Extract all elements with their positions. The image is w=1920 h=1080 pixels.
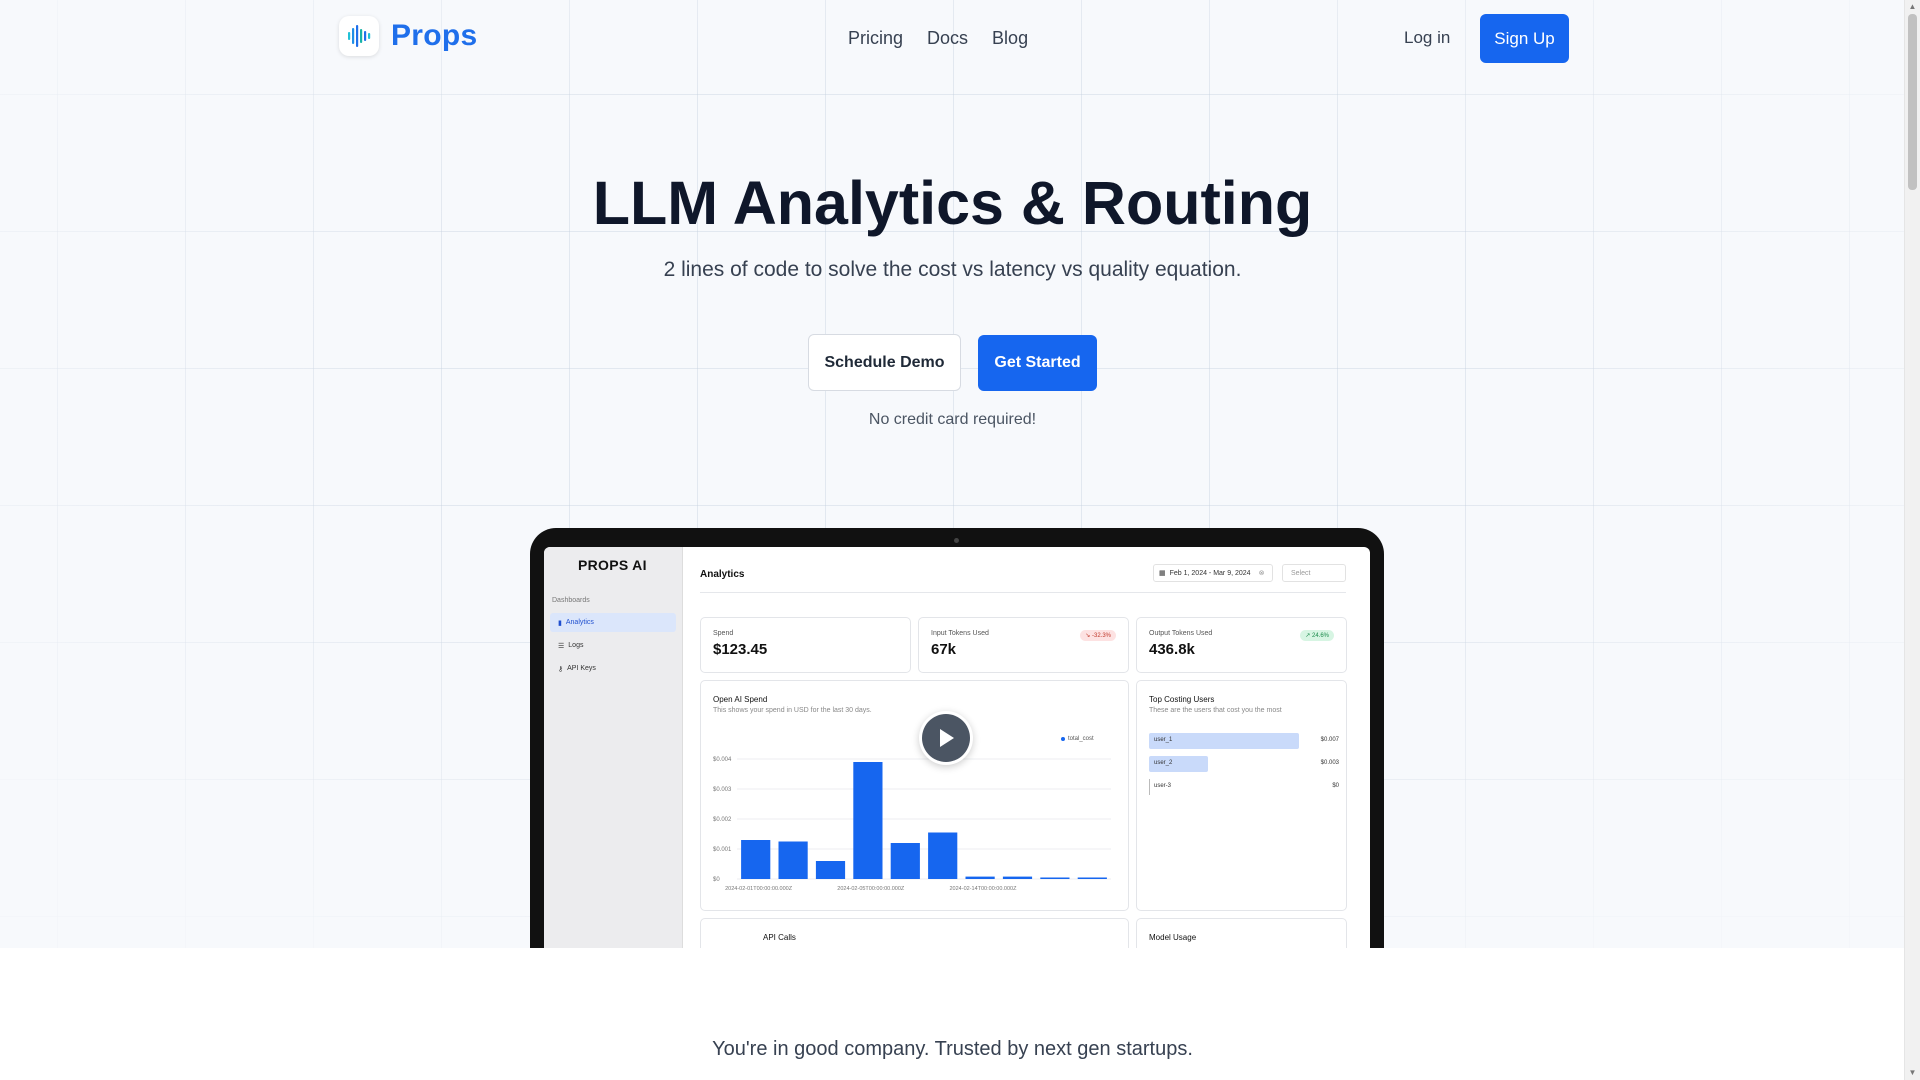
scroll-down-arrow-icon[interactable]: ▼ [1905, 1066, 1920, 1080]
login-link[interactable]: Log in [1404, 28, 1450, 48]
chart-bar [1077, 877, 1107, 879]
x-tick-label: 2024-02-01T00:00:00.000Z [725, 886, 793, 892]
no-credit-card-note: No credit card required! [868, 411, 1037, 428]
key-icon: ⚷ [558, 665, 564, 673]
kpi-card-output-tokens: Output Tokens Used 436.8k ↗ 24.6% [1136, 617, 1347, 673]
dashboard-brand: PROPS AI [578, 557, 647, 573]
sidebar-item-analytics[interactable]: ▮ Analytics [550, 613, 676, 632]
brand-name: Props [391, 19, 478, 52]
spend-chart-card: Open AI Spend This shows your spend in U… [700, 680, 1129, 911]
chart-bar [853, 762, 883, 879]
get-started-button[interactable]: Get Started [978, 335, 1097, 391]
nav-link-pricing[interactable]: Pricing [848, 28, 903, 49]
list-icon: ☰ [558, 642, 565, 650]
api-calls-card: API Calls [700, 918, 1129, 948]
kpi-card-spend: Spend $123.45 [700, 617, 911, 673]
spend-bar-chart: $0 $0.001 $0.002 $0.003 $0.004 2024-02-01T00:… [713, 757, 1111, 892]
dashboard-title: Analytics [700, 569, 745, 580]
kpi-label: Input Tokens Used [931, 630, 989, 637]
kpi-value: 436.8k [1149, 641, 1195, 658]
user-row: user_2 $0.003 [1149, 756, 1339, 772]
user-cost: $0.003 [1320, 760, 1339, 766]
chart-bar [890, 843, 920, 879]
clear-icon: ⊗ [1258, 570, 1265, 577]
date-range-picker[interactable]: ▦ Feb 1, 2024 - Mar 9, 2024 ⊗ [1153, 564, 1273, 582]
x-tick-label: 2024-02-05T00:00:00.000Z [837, 886, 905, 892]
kpi-value: $123.45 [713, 641, 768, 658]
user-row: user_1 $0.007 [1149, 733, 1339, 749]
model-usage-card: Model Usage [1136, 918, 1347, 948]
header-divider [700, 592, 1346, 593]
sidebar-item-label: Logs [568, 642, 584, 649]
nav-links: Pricing Docs Blog [848, 28, 1028, 49]
dashboard-main: Analytics ▦ Feb 1, 2024 - Mar 9, 2024 ⊗ … [682, 547, 1370, 948]
sidebar-item-api-keys[interactable]: ⚷ API Keys [550, 659, 676, 678]
kpi-value: 67k [931, 641, 957, 658]
top-nav: Props Pricing Docs Blog Log in Sign Up [0, 0, 1905, 78]
user-cost: $0 [1332, 783, 1339, 789]
y-tick-label: $0.004 [713, 757, 732, 763]
y-tick-label: $0.002 [713, 817, 732, 823]
y-tick-label: $0 [713, 877, 720, 883]
kpi-card-input-tokens: Input Tokens Used 67k ↘ -32.3% [918, 617, 1129, 673]
hero-subtitle: 2 lines of code to solve the cost vs lat… [663, 258, 1242, 281]
card-subtitle: These are the users that cost you the mo… [1149, 707, 1282, 714]
trend-up-badge: ↗ 24.6% [1300, 630, 1334, 641]
nav-link-docs[interactable]: Docs [927, 28, 968, 49]
user-bar-zero [1149, 779, 1150, 795]
nav-link-blog[interactable]: Blog [992, 28, 1028, 49]
scroll-thumb[interactable] [1908, 14, 1917, 190]
schedule-demo-button[interactable]: Schedule Demo [808, 334, 961, 391]
logo-bars-icon [339, 16, 379, 56]
trend-down-badge: ↘ -32.3% [1080, 630, 1116, 641]
sidebar-item-logs[interactable]: ☰ Logs [550, 636, 676, 655]
dashboard-sidebar: PROPS AI Dashboards ▮ Analytics ☰ Logs ⚷… [544, 547, 683, 948]
calendar-icon: ▦ [1159, 570, 1166, 577]
y-tick-label: $0.001 [713, 847, 732, 853]
chart-bar [1002, 876, 1033, 879]
top-users-card: Top Costing Users These are the users th… [1136, 680, 1347, 911]
x-tick-label: 2024-02-14T00:00:00.000Z [950, 886, 1018, 892]
user-row: user-3 $0 [1149, 779, 1339, 795]
scroll-up-arrow-icon[interactable]: ▲ [1905, 0, 1920, 14]
card-title: API Calls [763, 933, 796, 942]
user-name: user_2 [1154, 760, 1173, 766]
card-title: Top Costing Users [1149, 695, 1215, 704]
sidebar-item-label: Analytics [565, 619, 594, 626]
hero-title: LLM Analytics & Routing [592, 169, 1313, 237]
user-name: user-3 [1154, 783, 1172, 789]
sidebar-section-label: Dashboards [552, 597, 590, 604]
chart-bar [965, 876, 995, 879]
bar-chart-icon: ▮ [558, 619, 562, 627]
kpi-label: Spend [713, 630, 734, 637]
chart-bar [741, 840, 771, 879]
date-range-value: Feb 1, 2024 - Mar 9, 2024 [1169, 569, 1251, 577]
signup-button[interactable]: Sign Up [1480, 14, 1569, 63]
chart-bar [778, 841, 808, 879]
page-scrollbar[interactable]: ▲ ▼ [1904, 0, 1920, 1080]
user-cost: $0.007 [1320, 737, 1339, 743]
chart-bar [815, 861, 846, 879]
trusted-by-heading: You're in good company. Trusted by next … [712, 1038, 1193, 1060]
play-video-button[interactable] [919, 711, 973, 765]
dashboard-screen: PROPS AI Dashboards ▮ Analytics ☰ Logs ⚷… [544, 547, 1370, 948]
user-name: user_1 [1154, 737, 1173, 743]
laptop-mockup: PROPS AI Dashboards ▮ Analytics ☰ Logs ⚷… [530, 528, 1384, 948]
filter-select[interactable]: Select [1282, 564, 1346, 582]
card-title: Model Usage [1149, 933, 1197, 942]
chart-bar [928, 832, 958, 879]
sidebar-item-label: API Keys [567, 665, 596, 672]
brand-logo[interactable]: Props [339, 16, 478, 56]
y-tick-label: $0.003 [713, 787, 732, 793]
camera-dot [954, 538, 959, 543]
play-icon [922, 714, 970, 762]
kpi-label: Output Tokens Used [1149, 630, 1213, 637]
chart-bar [1040, 877, 1070, 879]
